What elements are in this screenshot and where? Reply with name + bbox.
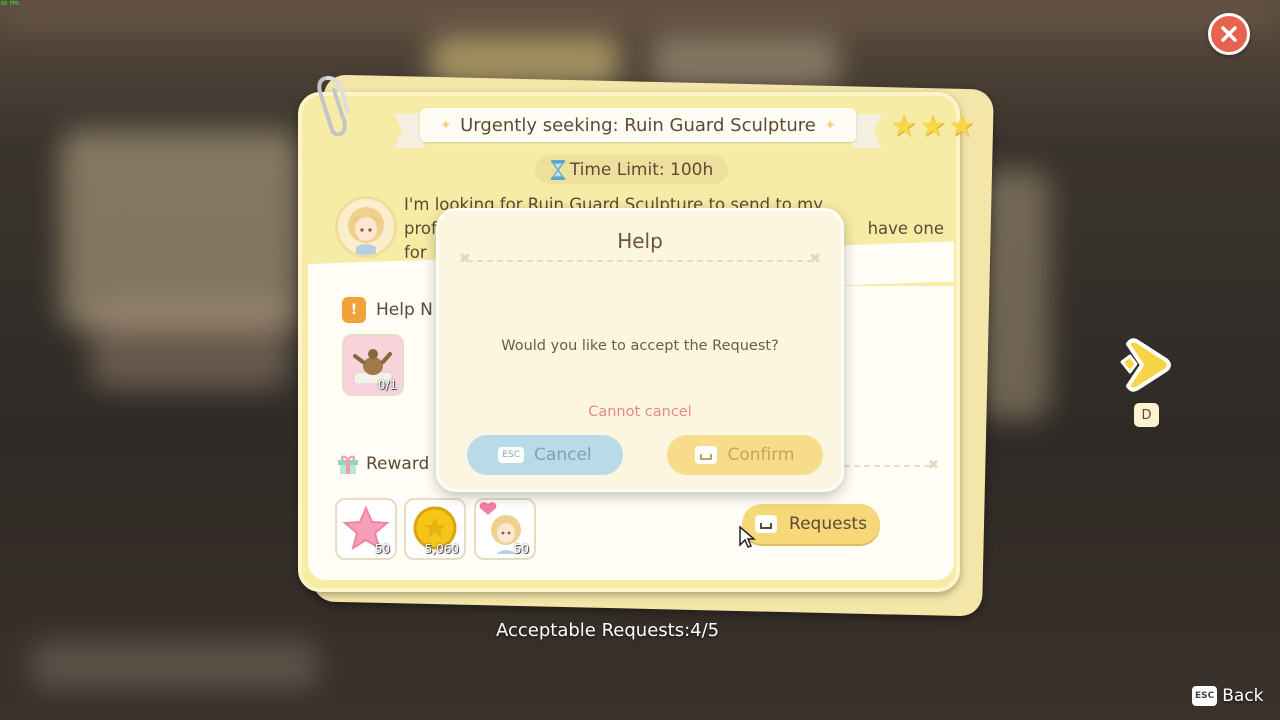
help-dialog: Help ✖ ✖ Would you like to accept the Re… (436, 208, 844, 492)
difficulty-stars: ★ ★ ★ (890, 112, 975, 142)
paperclip-icon (317, 76, 350, 137)
requests-button-label: Requests (789, 514, 867, 534)
next-request-arrow-icon[interactable] (1118, 334, 1176, 396)
requester-avatar (335, 196, 397, 258)
divider-x-icon: ✖ (928, 458, 939, 473)
acceptable-requests-counter: Acceptable Requests:4/5 (496, 620, 720, 641)
gift-icon (338, 455, 358, 474)
required-item-slot[interactable]: 0/1 (342, 334, 404, 396)
hourglass-icon (550, 159, 565, 180)
confirm-button-label: Confirm (727, 445, 795, 465)
divider-x-icon: ✖ (459, 251, 471, 267)
reward-label: Reward (366, 454, 430, 474)
mouse-cursor-icon (739, 525, 756, 548)
help-needed-section: ! Help N (342, 297, 433, 323)
star-icon: ★ (918, 109, 946, 144)
close-icon (1221, 26, 1237, 42)
space-key-icon (695, 446, 718, 464)
reward-slot[interactable]: 50 (474, 498, 536, 560)
reward-count: 5,060 (424, 542, 459, 556)
item-count: 0/1 (377, 378, 397, 392)
cancel-button[interactable]: ESC Cancel (467, 435, 623, 475)
close-button[interactable] (1208, 13, 1250, 55)
exclamation-icon: ! (342, 297, 366, 323)
requests-button[interactable]: Requests (742, 504, 880, 544)
next-key-hint: D (1134, 403, 1159, 427)
time-limit-text: Time Limit: 100h (569, 159, 714, 180)
fps-counter: 60 FPS (1, 1, 20, 7)
reward-section: Reward (336, 452, 429, 476)
confirm-button[interactable]: Confirm (667, 435, 823, 475)
esc-key-icon: ESC (498, 447, 525, 463)
space-key-icon (755, 515, 778, 533)
sparkle-icon: ✦ (823, 116, 837, 134)
back-button-label: Back (1222, 686, 1264, 706)
request-title: Urgently seeking: Ruin Guard Sculpture (460, 114, 816, 136)
help-needed-label: Help N (376, 300, 433, 320)
time-limit-badge: Time Limit: 100h (535, 155, 728, 184)
cancel-button-label: Cancel (534, 445, 592, 465)
dialog-title: Help (617, 229, 663, 253)
reward-count: 50 (374, 542, 390, 556)
reward-slot[interactable]: 50 (335, 498, 397, 560)
dialog-warning: Cannot cancel (588, 404, 692, 420)
star-icon: ★ (947, 109, 975, 144)
esc-key-icon: ESC (1192, 686, 1218, 706)
dialog-message: Would you like to accept the Request? (501, 338, 779, 354)
back-button[interactable]: ESC Back (1192, 686, 1264, 706)
divider-x-icon: ✖ (809, 251, 821, 267)
reward-divider (834, 465, 930, 467)
reward-count: 50 (513, 542, 529, 556)
star-icon: ★ (890, 109, 917, 144)
sparkle-icon: ✦ (439, 116, 453, 134)
dialog-divider (467, 260, 813, 262)
request-title-banner: ✦ Urgently seeking: Ruin Guard Sculpture… (420, 108, 856, 142)
reward-slot[interactable]: 5,060 (404, 498, 466, 560)
